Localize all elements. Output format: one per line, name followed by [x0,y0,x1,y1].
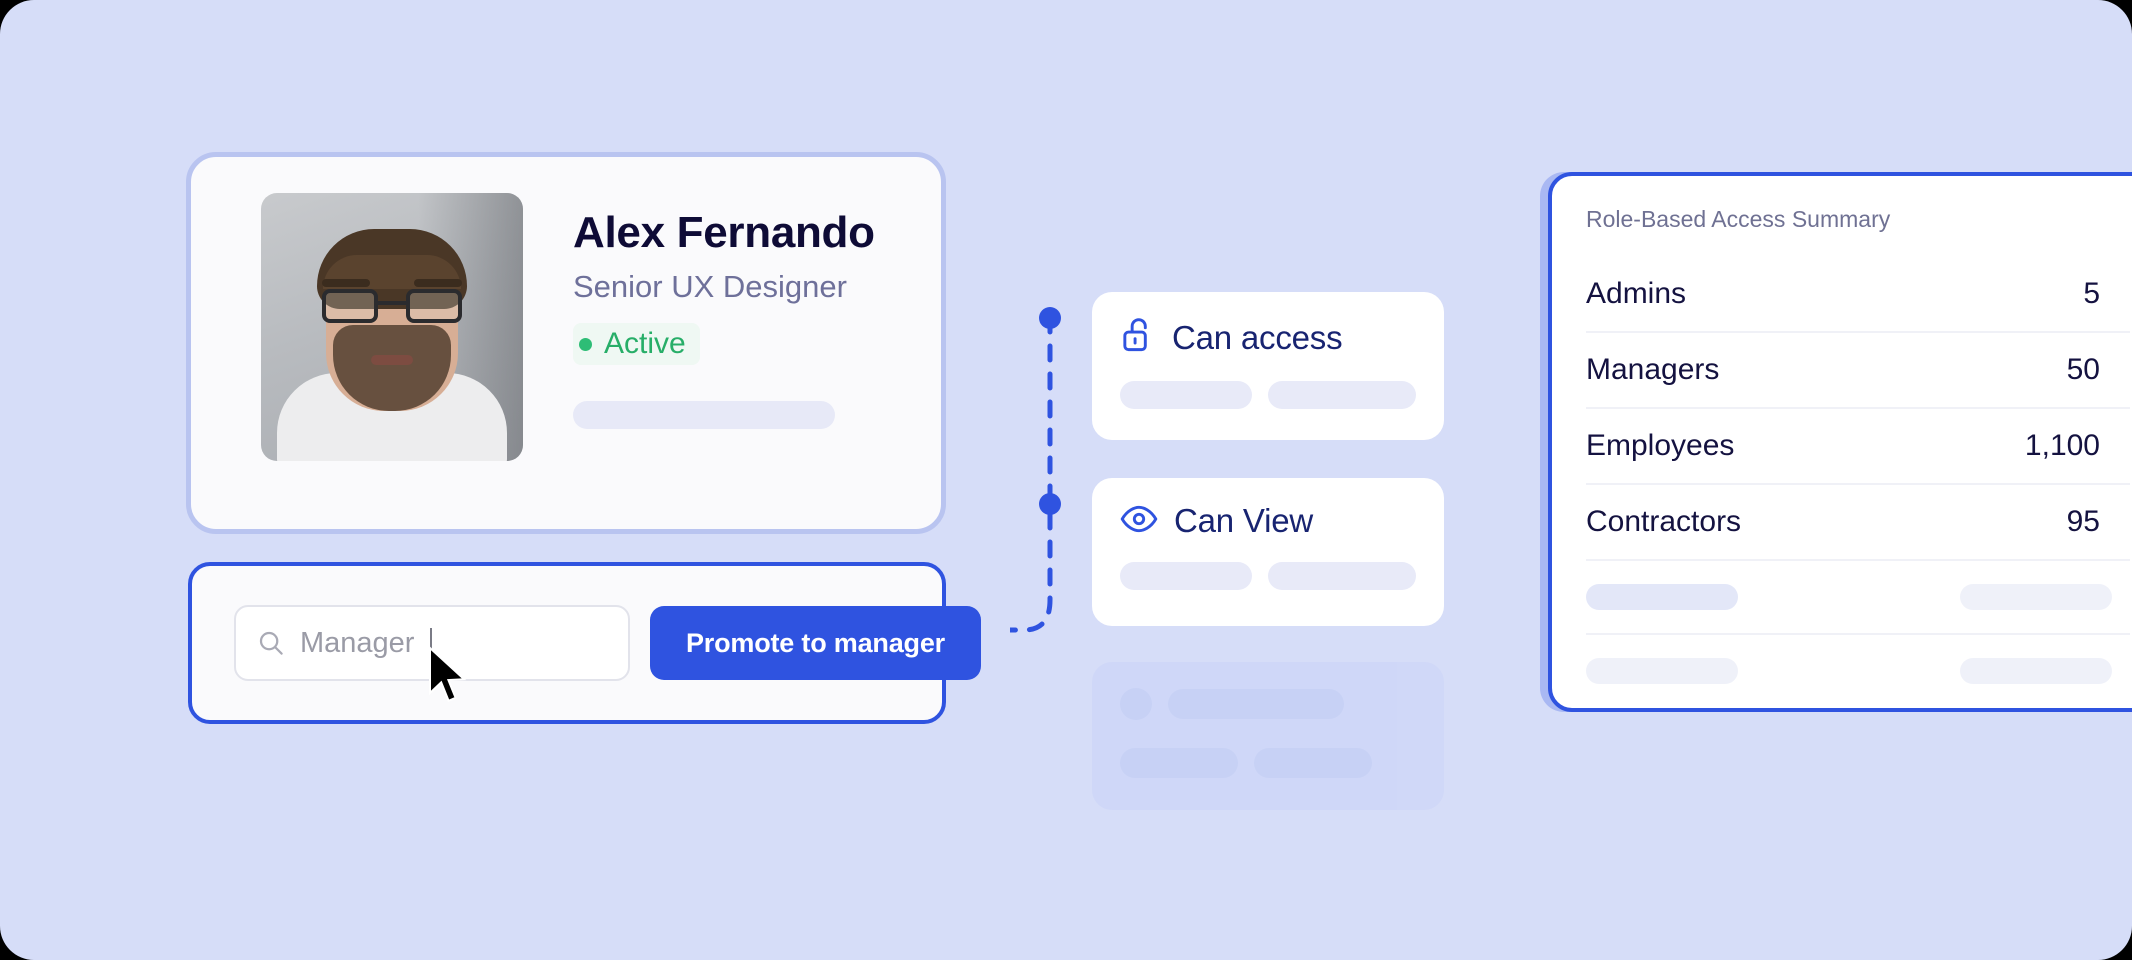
search-icon [256,628,286,658]
status-dot-icon [579,337,592,351]
permission-card-title: Can access [1172,318,1343,356]
placeholder-row [1120,748,1416,778]
search-input-value: Manager [300,626,415,659]
avatar-eyebrow-right [414,279,462,287]
skeleton-bar [1268,562,1416,590]
summary-row-label: Employees [1586,429,1735,462]
skeleton-bar [1120,562,1253,590]
search-input[interactable]: Manager [234,605,630,681]
avatar-mouth [371,355,413,365]
summary-row-label: Contractors [1586,505,1742,538]
summary-row-value: 5 [2083,277,2100,310]
summary-row-value: 95 [2066,505,2100,538]
status-badge: Active [573,323,700,366]
avatar-glasses [318,289,466,323]
status-label: Active [604,327,686,361]
promote-to-manager-button[interactable]: Promote to manager [650,606,981,680]
skeleton-bar [1254,748,1372,778]
skeleton-circle [1120,688,1152,720]
skeleton-bar [1268,381,1416,409]
summary-skeleton-row [1586,635,2130,707]
avatar-glasses-bridge [378,301,406,305]
avatar-eyebrow-left [322,279,370,287]
skeleton-bar [1120,381,1253,409]
summary-row-contractors: Contractors 95 [1586,485,2130,561]
summary-row-value: 1,100 [2024,429,2100,462]
skeleton-bar [1168,689,1344,719]
avatar [261,193,523,461]
permission-card-skeletons [1120,381,1416,409]
placeholder-card [1092,662,1444,810]
permission-card-can-access[interactable]: Can access [1092,292,1444,440]
app-canvas: Alex Fernando Senior UX Designer Active … [0,0,2132,960]
connector-dot-bottom [1039,493,1061,515]
skeleton-bar [1960,658,2112,684]
summary-row-value: 50 [2066,353,2100,386]
permission-card-header: Can access [1120,316,1416,359]
profile-info: Alex Fernando Senior UX Designer Active [573,193,875,430]
placeholder-row [1120,688,1416,720]
permission-card-title: Can View [1174,502,1314,539]
permission-card-can-view[interactable]: Can View [1092,478,1444,626]
summary-row-employees: Employees 1,100 [1586,409,2130,485]
profile-card: Alex Fernando Senior UX Designer Active [186,152,946,534]
summary-row-managers: Managers 50 [1586,333,2130,409]
profile-skeleton-bar [573,401,835,430]
summary-row-admins: Admins 5 [1586,257,2130,333]
summary-row-label: Managers [1586,353,1720,386]
unlock-icon [1120,316,1156,359]
skeleton-bar [1586,584,1738,610]
text-caret [430,627,433,659]
profile-name: Alex Fernando [573,208,875,257]
skeleton-bar [1586,658,1738,684]
connector-dot-top [1039,307,1061,329]
promote-panel: Manager Promote to manager [188,562,981,724]
role-based-access-summary-panel: Role-Based Access Summary Admins 5 Manag… [1548,172,2132,712]
profile-role: Senior UX Designer [573,269,847,305]
permission-card-header: Can View [1120,502,1416,540]
avatar-glasses-lens-left [322,289,378,323]
summary-row-label: Admins [1586,277,1687,310]
summary-skeleton-row [1586,561,2130,635]
skeleton-bar [1120,748,1238,778]
skeleton-bar [1960,584,2112,610]
summary-panel-title: Role-Based Access Summary [1586,206,1891,232]
eye-icon [1120,504,1158,539]
avatar-glasses-lens-right [406,289,462,323]
permission-card-skeletons [1120,562,1416,590]
